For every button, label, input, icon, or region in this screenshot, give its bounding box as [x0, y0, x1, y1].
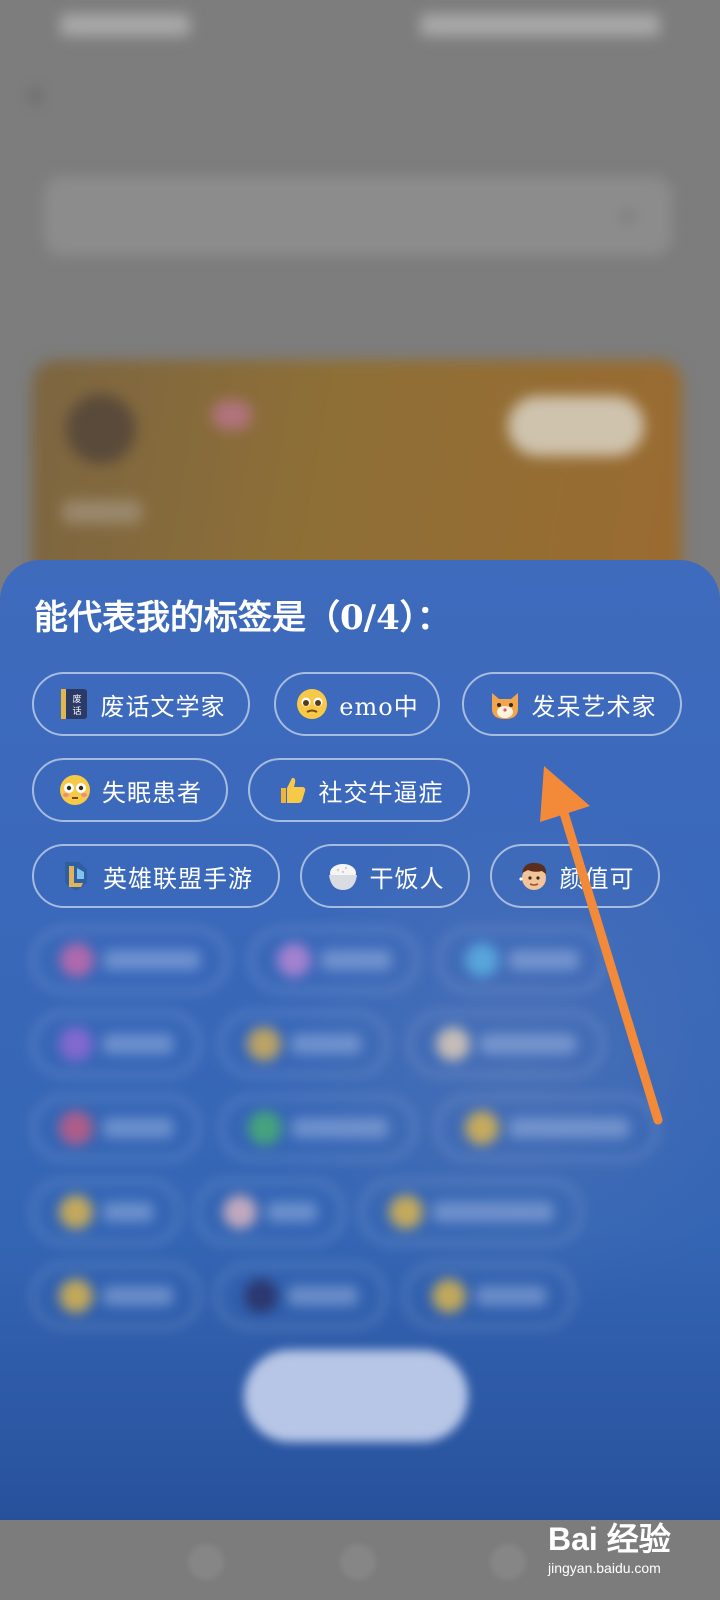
nav-back-icon[interactable] [188, 1544, 224, 1580]
guitar-icon [277, 943, 311, 977]
tag-label [509, 950, 579, 970]
tag-label [509, 1118, 629, 1138]
watermark-url: jingyan.baidu.com [548, 1560, 661, 1576]
tag-label [288, 1286, 358, 1306]
sheet-title: 能代表我的标签是（0/4）： [34, 598, 451, 638]
nav-recents-icon[interactable] [490, 1544, 526, 1580]
baidu-watermark: Bai 经验 jingyan.baidu.com [548, 1508, 698, 1584]
tag-chip[interactable]: emo中 [274, 672, 440, 736]
tag-label [104, 950, 200, 970]
book-icon: 废 话 [60, 689, 87, 719]
tag-label: 英雄联盟手游 [103, 864, 253, 893]
guitar-icon [59, 1027, 93, 1061]
tag-chip-blurred[interactable] [250, 928, 418, 992]
tag-selection-sheet: 能代表我的标签是（0/4）： 废 话 废话文学家 emo中 发呆艺术家 失眠患者… [0, 560, 720, 1520]
card-action-button[interactable] [508, 396, 644, 456]
confirm-button[interactable] [244, 1350, 468, 1442]
dropdown-select[interactable]: ⌄ [44, 176, 672, 256]
music-icon [465, 943, 499, 977]
league-emblem-icon [65, 862, 87, 891]
flushed-face-icon [60, 775, 90, 805]
pleading-face-icon [297, 689, 328, 719]
tag-label [103, 1034, 173, 1054]
tag-label [476, 1286, 546, 1306]
tag-label: 颜值可 [559, 864, 635, 893]
tag-chip-blurred[interactable] [32, 1012, 200, 1076]
saxophone-icon [247, 1027, 281, 1061]
smiling-face-icon [59, 1195, 93, 1229]
rice-bowl-icon [328, 864, 357, 890]
tag-chip-blurred[interactable] [216, 1264, 386, 1328]
back-arrow-icon[interactable]: ‹ [28, 78, 56, 112]
dancer-icon [59, 1111, 93, 1145]
face-icon [389, 1195, 423, 1229]
chevron-down-icon: ⌄ [616, 194, 640, 227]
tag-label: emo中 [339, 692, 419, 721]
tag-chip-blurred[interactable] [408, 1012, 604, 1076]
grinning-face-icon [59, 1279, 93, 1313]
tag-chip-blurred[interactable] [404, 1264, 574, 1328]
page-title [320, 76, 400, 116]
person-icon [436, 1027, 470, 1061]
watermark-brand: Bai 经验 [548, 1521, 671, 1557]
status-left-icons [60, 14, 190, 36]
nav-home-icon[interactable] [340, 1544, 376, 1580]
tag-label [103, 1286, 173, 1306]
tag-label [292, 1118, 388, 1138]
card-subtitle [62, 500, 142, 524]
tag-chip-blurred[interactable] [32, 1264, 200, 1328]
doll-icon [223, 1195, 257, 1229]
globe-icon [248, 1111, 282, 1145]
tag-label: 废话文学家 [100, 692, 226, 721]
tag-label: 社交牛逼症 [318, 778, 444, 807]
handsome-guy-icon [518, 862, 546, 890]
tag-chip[interactable]: 英雄联盟手游 [32, 844, 280, 908]
tag-label [321, 950, 391, 970]
tag-label [103, 1202, 153, 1222]
tag-chip[interactable]: 社交牛逼症 [248, 758, 470, 822]
badge-icon [212, 400, 252, 430]
tag-label [103, 1118, 173, 1138]
tag-chip[interactable]: 废 话 废话文学家 [32, 672, 250, 736]
cat-face-icon [491, 693, 518, 719]
svg-text:废: 废 [72, 693, 81, 705]
background-page: ‹ ⌄ [0, 0, 720, 600]
tag-label: 干饭人 [369, 864, 445, 893]
tag-chip[interactable]: 发呆艺术家 [462, 672, 682, 736]
tag-chip[interactable]: 颜值可 [490, 844, 660, 908]
svg-text:话: 话 [72, 705, 81, 717]
tag-chip-blurred[interactable] [436, 1096, 658, 1160]
avatar [66, 394, 136, 464]
hand-icon [432, 1279, 466, 1313]
tag-chip[interactable]: 干饭人 [300, 844, 470, 908]
thumbs-up-icon [280, 777, 305, 803]
tag-label [480, 1034, 576, 1054]
dropdown-select-value [144, 196, 444, 232]
tag-label: 发呆艺术家 [531, 692, 657, 721]
tag-chip-blurred[interactable] [438, 928, 606, 992]
tag-label: 失眠患者 [102, 778, 202, 807]
tag-chip-blurred[interactable] [32, 1096, 200, 1160]
tag-chip-blurred[interactable] [32, 1180, 180, 1244]
heart-icon [60, 943, 94, 977]
tag-chip-blurred[interactable] [196, 1180, 344, 1244]
tag-chip-blurred[interactable] [220, 1012, 388, 1076]
status-right-icons [420, 14, 660, 36]
status-bar [0, 0, 720, 48]
night-icon [244, 1279, 278, 1313]
edit-link[interactable] [34, 296, 104, 326]
laughing-face-icon [465, 1111, 499, 1145]
tag-chip-blurred[interactable] [360, 1180, 582, 1244]
tag-chip[interactable]: 失眠患者 [32, 758, 228, 822]
tag-label [433, 1202, 553, 1222]
tag-chip-blurred[interactable] [220, 1096, 416, 1160]
tag-label [291, 1034, 361, 1054]
tag-chip-blurred[interactable] [32, 928, 228, 992]
tag-label [267, 1202, 317, 1222]
